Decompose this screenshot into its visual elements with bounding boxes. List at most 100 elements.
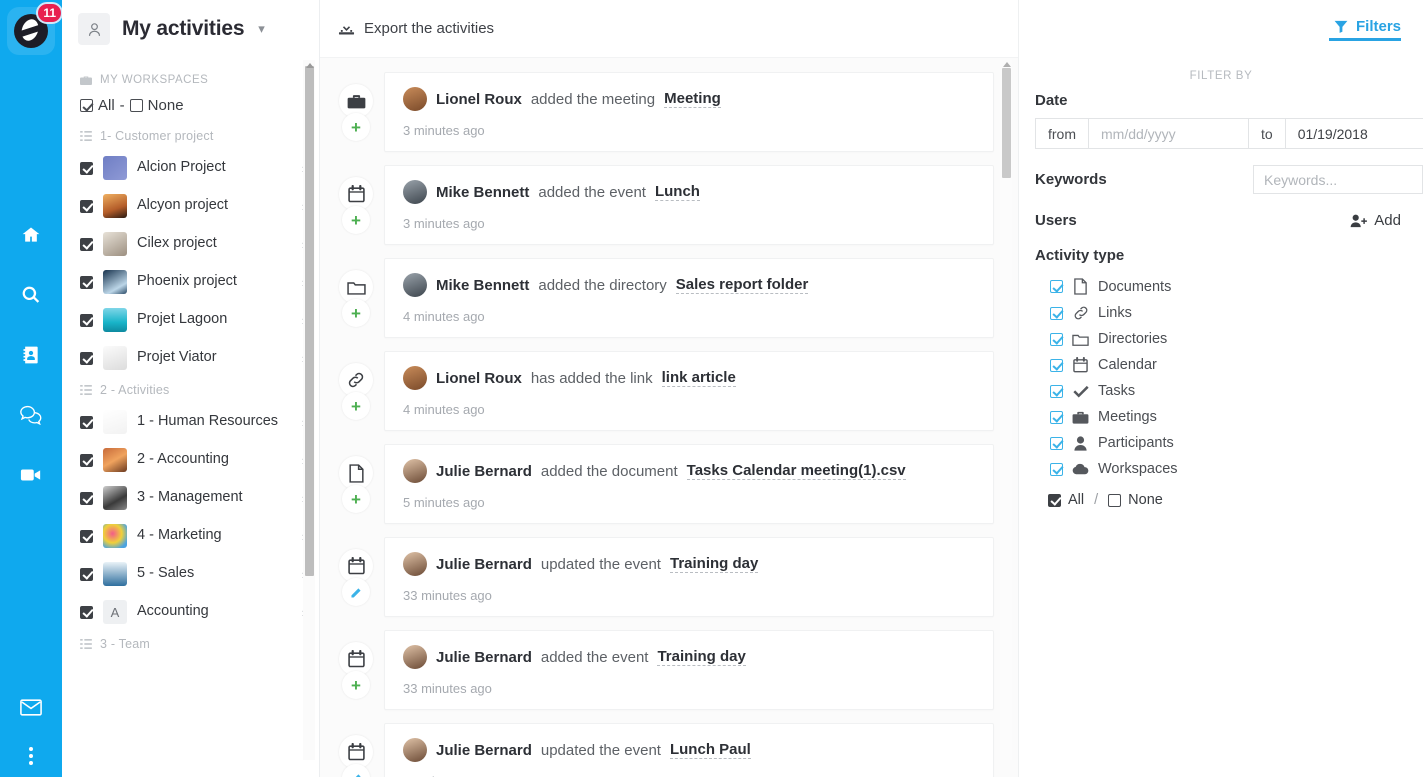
activity-type-all-label[interactable]: All bbox=[1068, 492, 1084, 508]
activity-target[interactable]: Tasks Calendar meeting(1).csv bbox=[687, 462, 906, 480]
more-options-icon[interactable] bbox=[0, 735, 62, 777]
search-icon[interactable] bbox=[0, 265, 62, 325]
workspace-checkbox[interactable] bbox=[80, 454, 93, 467]
workspaces-all-label[interactable]: All bbox=[98, 97, 115, 114]
sidebar-item-workspace[interactable]: Projet Lagoon› bbox=[62, 301, 320, 339]
activity-type-item[interactable]: Links bbox=[1035, 300, 1423, 326]
workspaces-all-checkbox[interactable] bbox=[80, 99, 93, 112]
add-user-button[interactable]: Add bbox=[1350, 212, 1401, 229]
keywords-input[interactable]: Keywords... bbox=[1253, 165, 1423, 194]
sidebar-item-workspace[interactable]: AAccounting› bbox=[62, 593, 320, 631]
notification-badge[interactable]: 11 bbox=[36, 2, 63, 24]
activity-type-item[interactable]: Meetings bbox=[1035, 404, 1423, 430]
activity-type-checkbox[interactable] bbox=[1050, 411, 1063, 424]
avatar[interactable] bbox=[403, 87, 427, 111]
activity-user-name[interactable]: Lionel Roux bbox=[436, 370, 522, 387]
workspaces-none-checkbox[interactable] bbox=[130, 99, 143, 112]
activity-type-item[interactable]: Documents bbox=[1035, 273, 1423, 300]
sidebar-item-workspace[interactable]: 4 - Marketing› bbox=[62, 517, 320, 555]
activity-target[interactable]: Sales report folder bbox=[676, 276, 809, 294]
workspace-checkbox[interactable] bbox=[80, 314, 93, 327]
activity-type-checkbox[interactable] bbox=[1050, 333, 1063, 346]
mail-icon[interactable] bbox=[0, 679, 62, 735]
activity-target[interactable]: Training day bbox=[657, 648, 745, 666]
workspace-checkbox[interactable] bbox=[80, 238, 93, 251]
workspaces-none-label[interactable]: None bbox=[148, 97, 184, 114]
activity-type-item[interactable]: Directories bbox=[1035, 326, 1423, 352]
avatar[interactable] bbox=[403, 180, 427, 204]
workspace-checkbox[interactable] bbox=[80, 162, 93, 175]
activity-user-name[interactable]: Julie Bernard bbox=[436, 649, 532, 666]
sidebar-item-workspace[interactable]: Alcyon project› bbox=[62, 187, 320, 225]
workspace-thumbnail bbox=[103, 156, 127, 180]
activity-target[interactable]: Lunch bbox=[655, 183, 700, 201]
sidebar-scroll-up-arrow-icon[interactable] bbox=[304, 60, 315, 70]
avatar[interactable] bbox=[403, 645, 427, 669]
activity-type-checkbox[interactable] bbox=[1050, 463, 1063, 476]
activity-user-name[interactable]: Mike Bennett bbox=[436, 277, 529, 294]
activity-target[interactable]: Training day bbox=[670, 555, 758, 573]
sidebar-scrollbar-thumb[interactable] bbox=[305, 66, 314, 576]
avatar[interactable] bbox=[403, 366, 427, 390]
video-icon[interactable] bbox=[0, 445, 62, 505]
activity-item: +Lionel Rouxadded the meetingMeeting3 mi… bbox=[320, 72, 1018, 152]
activity-verb: has added the link bbox=[531, 370, 653, 387]
chevron-down-icon[interactable]: ▾ bbox=[258, 21, 265, 37]
activity-item: Julie Bernardupdated the eventTraining d… bbox=[320, 537, 1018, 617]
sidebar-item-workspace[interactable]: 2 - Accounting› bbox=[62, 441, 320, 479]
filters-button[interactable]: Filters bbox=[1322, 18, 1413, 41]
workspace-checkbox[interactable] bbox=[80, 352, 93, 365]
sidebar-item-workspace[interactable]: 3 - Management› bbox=[62, 479, 320, 517]
workspace-checkbox[interactable] bbox=[80, 200, 93, 213]
avatar[interactable] bbox=[403, 738, 427, 762]
activity-type-item[interactable]: Participants bbox=[1035, 430, 1423, 456]
sidebar-item-workspace[interactable]: 1 - Human Resources› bbox=[62, 403, 320, 441]
workspace-checkbox[interactable] bbox=[80, 530, 93, 543]
filters-active-underline bbox=[1329, 38, 1401, 41]
activity-type-checkbox[interactable] bbox=[1050, 385, 1063, 398]
feed-scroll-up-arrow-icon[interactable] bbox=[1001, 60, 1012, 69]
activity-type-checkbox[interactable] bbox=[1050, 307, 1063, 320]
workspace-checkbox[interactable] bbox=[80, 606, 93, 619]
home-icon[interactable] bbox=[0, 205, 62, 265]
chat-icon[interactable] bbox=[0, 385, 62, 445]
avatar[interactable] bbox=[403, 273, 427, 297]
activity-user-name[interactable]: Lionel Roux bbox=[436, 91, 522, 108]
feed-scrollbar-thumb[interactable] bbox=[1002, 68, 1011, 178]
activity-target[interactable]: Lunch Paul bbox=[670, 741, 751, 759]
activity-type-checkbox[interactable] bbox=[1050, 437, 1063, 450]
activity-user-name[interactable]: Julie Bernard bbox=[436, 463, 532, 480]
activity-type-all-checkbox[interactable] bbox=[1048, 494, 1061, 507]
sidebar-item-workspace[interactable]: Cilex project› bbox=[62, 225, 320, 263]
workspace-checkbox[interactable] bbox=[80, 568, 93, 581]
avatar[interactable] bbox=[403, 552, 427, 576]
activity-target[interactable]: Meeting bbox=[664, 90, 721, 108]
activity-timestamp: 4 minutes ago bbox=[403, 402, 975, 417]
workspace-checkbox[interactable] bbox=[80, 492, 93, 505]
activity-type-item[interactable]: Calendar bbox=[1035, 352, 1423, 378]
activity-type-checkbox[interactable] bbox=[1050, 280, 1063, 293]
contacts-icon[interactable] bbox=[0, 325, 62, 385]
avatar[interactable] bbox=[403, 459, 427, 483]
workspace-checkbox[interactable] bbox=[80, 416, 93, 429]
sidebar-item-workspace[interactable]: Alcion Project› bbox=[62, 149, 320, 187]
activity-type-checkbox[interactable] bbox=[1050, 359, 1063, 372]
app-logo[interactable]: 11 bbox=[7, 7, 55, 55]
export-activities-button[interactable]: Export the activities bbox=[338, 20, 494, 37]
sidebar-item-workspace[interactable]: 5 - Sales› bbox=[62, 555, 320, 593]
workspace-checkbox[interactable] bbox=[80, 276, 93, 289]
activity-type-item[interactable]: Workspaces bbox=[1035, 456, 1423, 482]
activity-user-name[interactable]: Julie Bernard bbox=[436, 742, 532, 759]
activity-type-none-checkbox[interactable] bbox=[1108, 494, 1121, 507]
activity-type-none-label[interactable]: None bbox=[1128, 492, 1163, 508]
activity-target[interactable]: link article bbox=[662, 369, 736, 387]
activity-item: +Julie Bernardadded the documentTasks Ca… bbox=[320, 444, 1018, 524]
activity-user-name[interactable]: Julie Bernard bbox=[436, 556, 532, 573]
sidebar-item-workspace[interactable]: Projet Viator› bbox=[62, 339, 320, 377]
activity-timestamp: 3 minutes ago bbox=[403, 123, 975, 138]
sidebar-item-workspace[interactable]: Phoenix project› bbox=[62, 263, 320, 301]
date-from-input[interactable]: mm/dd/yyyy bbox=[1088, 118, 1248, 149]
activity-user-name[interactable]: Mike Bennett bbox=[436, 184, 529, 201]
date-to-input[interactable]: 01/19/2018 bbox=[1285, 118, 1423, 149]
activity-type-item[interactable]: Tasks bbox=[1035, 378, 1423, 404]
